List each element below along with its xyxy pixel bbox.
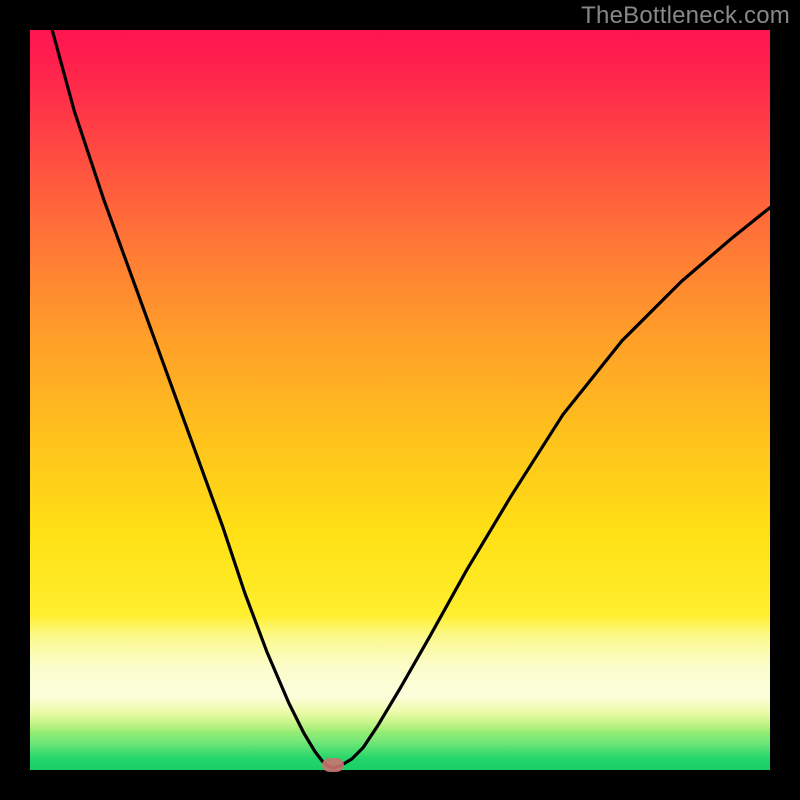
plot-area bbox=[30, 30, 770, 770]
bottleneck-curve bbox=[30, 30, 770, 770]
chart-frame: TheBottleneck.com bbox=[0, 0, 800, 800]
curve-path bbox=[52, 30, 770, 768]
watermark-text: TheBottleneck.com bbox=[581, 2, 790, 30]
optimal-point-marker bbox=[322, 758, 344, 772]
